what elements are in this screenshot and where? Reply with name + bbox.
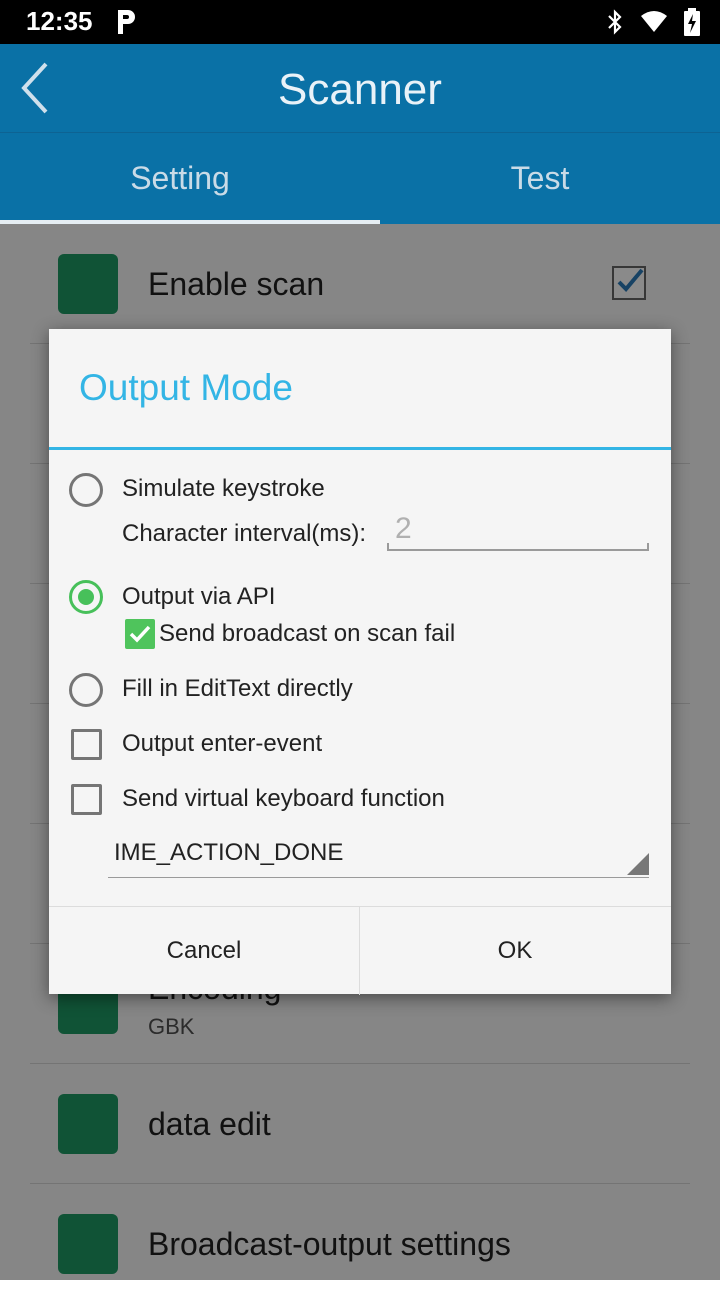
ime-action-value: IME_ACTION_DONE: [114, 839, 344, 866]
send-virtual-keyboard-checkbox[interactable]: [71, 784, 102, 815]
output-enter-event-checkbox[interactable]: [71, 729, 102, 760]
status-bar: 12:35: [0, 0, 720, 44]
cancel-button[interactable]: Cancel: [49, 907, 359, 995]
tab-setting[interactable]: Setting: [0, 133, 360, 225]
character-interval-input[interactable]: 2: [387, 507, 649, 551]
fill-edittext-label[interactable]: Fill in EditText directly: [122, 675, 353, 703]
send-broadcast-checkbox[interactable]: [125, 619, 155, 649]
check-icon: [129, 625, 151, 643]
status-icons: [595, 8, 700, 36]
parking-icon: [118, 10, 135, 34]
send-virtual-keyboard-label[interactable]: Send virtual keyboard function: [122, 785, 445, 813]
dropdown-triangle-icon: [627, 853, 649, 875]
simulate-keystroke-label[interactable]: Simulate keystroke: [122, 475, 325, 503]
tab-bar: Setting Test: [0, 132, 720, 225]
output-enter-event-label[interactable]: Output enter-event: [122, 730, 322, 758]
app-bar: Scanner: [0, 44, 720, 132]
page-title: Scanner: [278, 65, 442, 114]
bluetooth-icon: [608, 9, 622, 35]
character-interval-label: Character interval(ms):: [122, 520, 367, 547]
send-broadcast-label[interactable]: Send broadcast on scan fail: [159, 620, 455, 648]
wifi-icon: [640, 11, 667, 32]
ime-action-dropdown[interactable]: IME_ACTION_DONE: [108, 829, 649, 878]
tab-test[interactable]: Test: [360, 133, 720, 225]
battery-icon: [684, 8, 700, 36]
ok-button[interactable]: OK: [360, 907, 670, 995]
simulate-keystroke-radio[interactable]: [69, 473, 103, 507]
output-mode-dialog: Output Mode Simulate keystroke Character…: [49, 329, 671, 995]
dialog-button-bar: Cancel OK: [49, 906, 671, 995]
status-time: 12:35: [26, 6, 93, 36]
dialog-title: Output Mode: [79, 367, 293, 408]
output-via-api-label[interactable]: Output via API: [122, 583, 275, 611]
dialog-title-divider: [49, 447, 671, 450]
fill-edittext-radio[interactable]: [69, 673, 103, 707]
output-via-api-radio[interactable]: [69, 580, 103, 614]
